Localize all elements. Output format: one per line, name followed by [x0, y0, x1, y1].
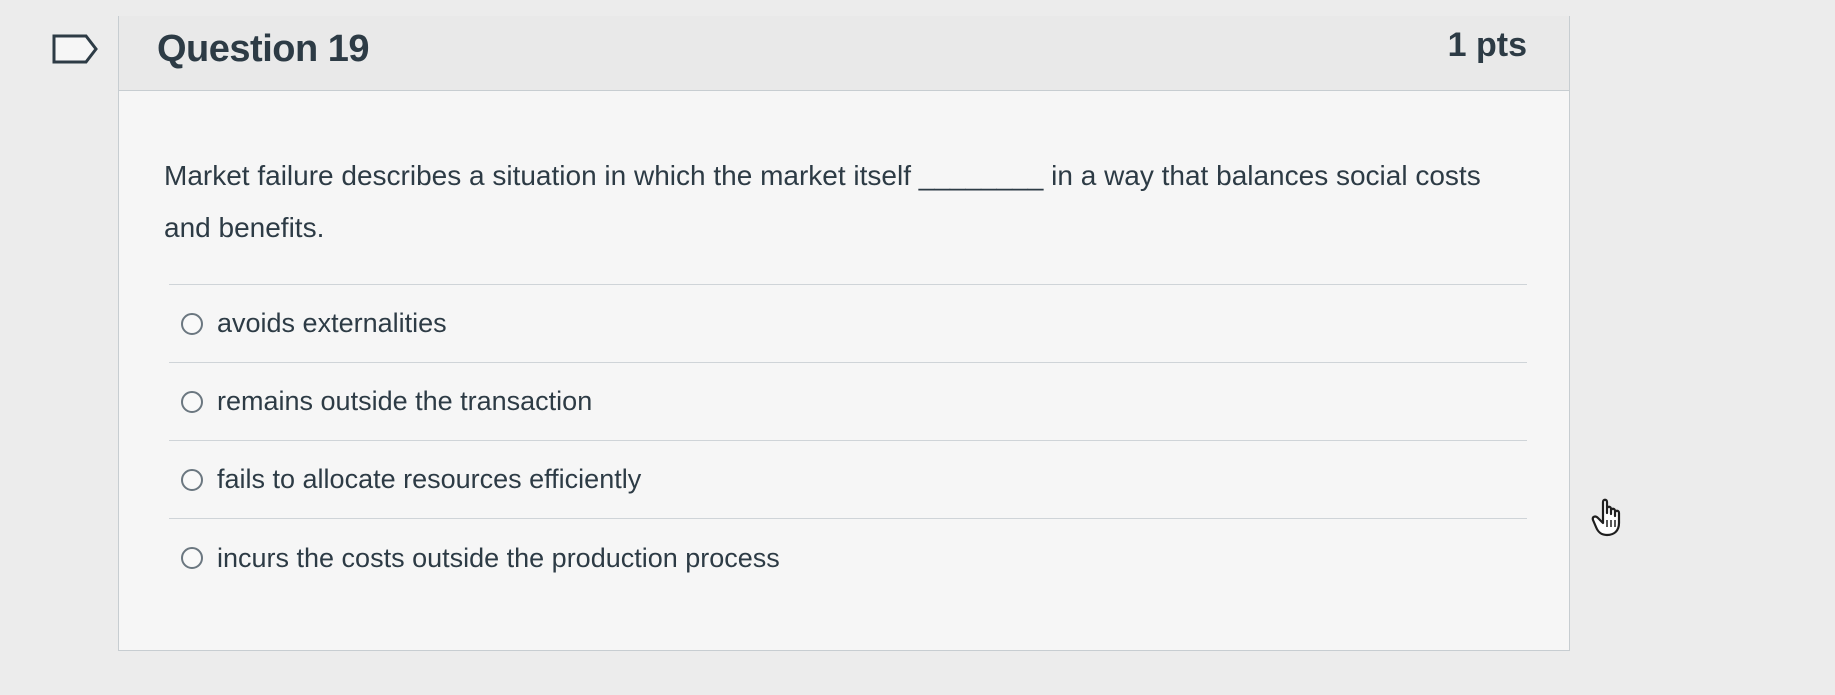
answer-radio-1[interactable]	[181, 312, 203, 335]
answer-radio-3[interactable]	[181, 468, 203, 491]
answer-option-4[interactable]: incurs the costs outside the production …	[169, 519, 1527, 597]
question-points: 1 pts	[1447, 26, 1527, 64]
answer-option-3[interactable]: fails to allocate resources efficiently	[169, 441, 1527, 519]
answer-option-1[interactable]: avoids externalities	[169, 285, 1527, 363]
flag-question-icon[interactable]	[52, 34, 98, 64]
answer-radio-4[interactable]	[181, 547, 203, 569]
answer-list: avoids externalities remains outside the…	[169, 284, 1527, 597]
hand-pointer-icon	[1591, 498, 1621, 537]
question-card: Question 19 1 pts Market failure describ…	[118, 16, 1621, 651]
answer-label-3: fails to allocate resources efficiently	[217, 464, 642, 494]
question-title: Question 19	[157, 28, 370, 70]
answer-option-2[interactable]: remains outside the transaction	[169, 363, 1527, 441]
question-header: Question 19 1 pts	[119, 16, 1569, 91]
answer-radio-2[interactable]	[181, 390, 203, 413]
answer-label-1: avoids externalities	[217, 308, 447, 338]
answer-label-2: remains outside the transaction	[217, 386, 593, 416]
question-text-before-blank: Market failure describes a situation in …	[164, 160, 911, 191]
question-text: Market failure describes a situation in …	[164, 150, 1524, 254]
question-blank: ________	[918, 160, 1044, 191]
answer-label-4: incurs the costs outside the production …	[217, 542, 780, 573]
